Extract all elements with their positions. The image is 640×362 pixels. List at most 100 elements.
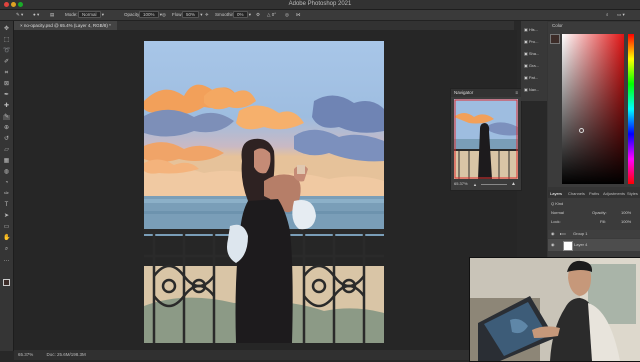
tool-preset-icon[interactable]: ✎ ▾ — [16, 10, 23, 20]
color-panel-title: Color — [552, 23, 563, 28]
history-brush-tool-icon[interactable]: ↺ — [3, 136, 10, 142]
color-picker-field[interactable] — [562, 34, 624, 184]
dodge-tool-icon[interactable]: ◔ — [3, 180, 10, 186]
document-tab-label: no-opacity.psd @ 65.4% (Layer 4, RGB/8) … — [23, 23, 111, 28]
tab-styles[interactable]: Styles — [627, 190, 638, 198]
artwork-canvas[interactable] — [144, 41, 384, 343]
color-picker-cursor[interactable] — [579, 128, 584, 133]
flow-field[interactable]: 50% ▾ — [182, 10, 203, 20]
navigator-header: Navigator ≡ — [451, 89, 521, 97]
app-title: Adobe Photoshop 2021 — [288, 1, 352, 7]
pressure-opacity-icon[interactable]: ◎ — [162, 10, 166, 20]
marquee-tool-icon[interactable]: ⬚ — [3, 37, 10, 43]
navigator-menu-icon[interactable]: ≡ — [515, 89, 518, 97]
zoom-tool-icon[interactable]: ⌕ — [3, 246, 10, 252]
foreground-swatch[interactable] — [550, 34, 560, 44]
tab-adjustments[interactable]: Adjustments — [603, 190, 625, 198]
navigator-panel: Navigator ≡ 65.37% ▲ ▲ — [450, 88, 522, 191]
layer-kind-filter[interactable]: Q Kind — [551, 201, 563, 206]
shapes-icon[interactable]: ▣ Sha... — [524, 51, 539, 56]
eraser-tool-icon[interactable]: ▱ — [3, 147, 10, 153]
zoom-out-icon[interactable]: ▲ — [473, 182, 477, 187]
layer-name: Layer 4 — [574, 242, 588, 247]
navigator-icon[interactable]: ▣ Nav... — [524, 87, 539, 92]
fill-value[interactable]: 100% — [621, 218, 631, 226]
lock-label: Lock: — [551, 219, 561, 224]
tab-paths[interactable]: Paths — [589, 190, 599, 198]
frame-tool-icon[interactable]: ⊠ — [3, 81, 10, 87]
tab-layers[interactable]: Layers — [550, 190, 562, 198]
brush-settings-icon[interactable]: ▤ — [50, 10, 54, 20]
layer-row[interactable]: ◉ ▸▭ Group 1 — [548, 230, 640, 238]
collapsed-panels-column: ▣ His... ▣ Pro... ▣ Sha... ▣ Gra... ▣ Pat...… — [521, 21, 547, 101]
workspace-icon[interactable]: ▭ ▾ — [617, 10, 625, 20]
tab-channels[interactable]: Channels — [568, 190, 585, 198]
hue-slider[interactable] — [628, 34, 634, 184]
gradients-icon[interactable]: ▣ Gra... — [524, 63, 539, 68]
close-window-button[interactable] — [4, 2, 9, 7]
quick-select-tool-icon[interactable]: ✐ — [3, 59, 10, 65]
crop-tool-icon[interactable]: ⌗ — [3, 70, 10, 76]
blend-opacity-row: Normal Opacity: 100% — [548, 209, 640, 217]
layer-opacity-value[interactable]: 100% — [621, 209, 631, 217]
flow-value: 50% — [182, 11, 200, 19]
zoom-window-button[interactable] — [18, 2, 23, 7]
opacity-value: 100% — [139, 11, 159, 19]
layer-row-selected[interactable]: ◉ Layer 4 — [548, 239, 640, 251]
airbrush-icon[interactable]: ✈ — [205, 10, 209, 20]
visibility-eye-icon[interactable]: ◉ — [551, 241, 555, 249]
history-icon[interactable]: ▣ His... — [524, 27, 538, 32]
eyedropper-tool-icon[interactable]: ✒ — [3, 92, 10, 98]
more-tool-icon[interactable]: … — [3, 257, 10, 263]
brush-tool-icon[interactable]: ✎ — [3, 114, 10, 120]
document-tab[interactable]: × no-opacity.psd @ 65.4% (Layer 4, RGB/8… — [14, 21, 117, 30]
zoom-in-icon[interactable]: ▲ — [511, 181, 516, 187]
patterns-icon[interactable]: ▣ Pat... — [524, 75, 538, 80]
close-document-icon[interactable]: × — [20, 23, 23, 28]
smoothing-value: 0% — [233, 11, 248, 19]
healing-tool-icon[interactable]: ✚ — [3, 103, 10, 109]
angle-icon[interactable]: △ 0° — [267, 10, 276, 20]
status-bar: 65.37% Doc: 25.6M/198.3M — [14, 350, 517, 360]
layer-name: Group 1 — [573, 231, 588, 236]
mode-label: Mode: — [65, 12, 78, 17]
mode-value: Normal — [78, 11, 101, 19]
tools-panel: ✥ ⬚ ➰ ✐ ⌗ ⊠ ✒ ✚ ✎ ⊕ ↺ ▱ ▦ ◍ ◔ ✑ T ➤ ▭ ✋ ⌕ … — [0, 21, 14, 351]
navigator-zoom-value[interactable]: 65.37% — [454, 181, 468, 186]
visibility-eye-icon[interactable]: ◉ — [551, 230, 555, 238]
layer-thumbnail — [563, 241, 573, 251]
smoothing-field[interactable]: 0% ▾ — [233, 10, 251, 20]
properties-icon[interactable]: ▣ Pro... — [524, 39, 538, 44]
path-select-tool-icon[interactable]: ➤ — [3, 213, 10, 219]
type-tool-icon[interactable]: T — [3, 202, 10, 208]
status-zoom[interactable]: 65.37% — [14, 352, 33, 357]
window-titlebar: Adobe Photoshop 2021 — [0, 0, 640, 10]
layer-filter-row[interactable]: Q Kind — [548, 200, 640, 208]
symmetry-icon[interactable]: ⋈ — [296, 10, 301, 20]
navigator-thumbnail-image — [454, 99, 518, 179]
mode-select[interactable]: Normal ▾ — [78, 10, 104, 20]
lasso-tool-icon[interactable]: ➰ — [3, 48, 10, 54]
minimize-window-button[interactable] — [11, 2, 16, 7]
hand-tool-icon[interactable]: ✋ — [3, 235, 10, 241]
smoothing-settings-icon[interactable]: ⚙ — [256, 10, 260, 20]
gradient-tool-icon[interactable]: ▦ — [3, 158, 10, 164]
brush-size-picker[interactable]: ● ▾ — [33, 10, 39, 20]
blend-mode-select[interactable]: Normal — [551, 210, 564, 215]
artwork-illustration — [144, 41, 384, 343]
options-bar: ✎ ▾ ● ▾ ▤ Mode: Normal ▾ Opacity: 100% ▾… — [0, 10, 640, 21]
clone-tool-icon[interactable]: ⊕ — [3, 125, 10, 131]
pressure-size-icon[interactable]: ◎ — [285, 10, 289, 20]
navigator-thumbnail[interactable] — [454, 99, 518, 179]
blur-tool-icon[interactable]: ◍ — [3, 169, 10, 175]
search-icon[interactable]: ⌕ — [606, 10, 609, 20]
navigator-zoom-slider[interactable] — [481, 184, 507, 185]
toolbar-foreground-swatch[interactable] — [3, 279, 10, 286]
move-tool-icon[interactable]: ✥ — [3, 26, 10, 32]
status-doc-info: Doc: 25.6M/198.3M — [46, 352, 86, 357]
document-tab-bar: × no-opacity.psd @ 65.4% (Layer 4, RGB/8… — [14, 21, 514, 30]
opacity-field[interactable]: 100% ▾ — [139, 10, 162, 20]
layer-opacity-label: Opacity: — [592, 210, 607, 215]
rectangle-tool-icon[interactable]: ▭ — [3, 224, 10, 230]
pen-tool-icon[interactable]: ✑ — [3, 191, 10, 197]
